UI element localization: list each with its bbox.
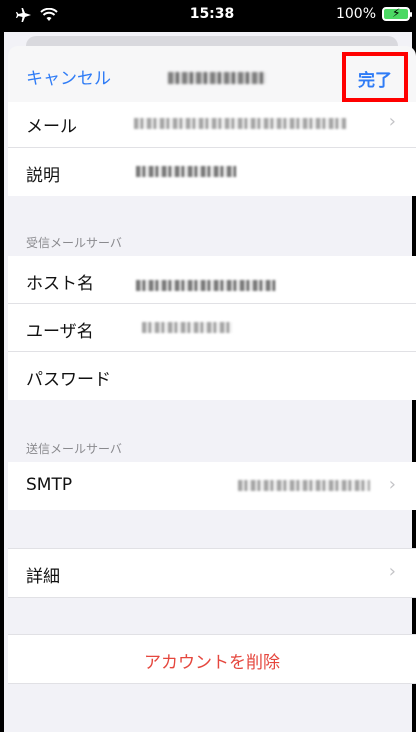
hostname-row[interactable]: ホスト名 — [8, 256, 416, 304]
delete-account-button[interactable]: アカウントを削除 — [8, 648, 416, 673]
done-button[interactable]: 完了 — [346, 66, 404, 91]
chevron-right-icon: › — [388, 474, 396, 495]
account-group: メール › 説明 — [8, 102, 416, 196]
status-bar: 15:38 100% ⚡ — [4, 0, 416, 32]
account-title-redacted — [168, 72, 266, 84]
incoming-server-header: 受信メールサーバ — [26, 236, 122, 250]
chevron-right-icon: › — [388, 111, 396, 132]
status-right: 100% ⚡ — [335, 6, 412, 22]
advanced-group: 詳細 › — [8, 548, 416, 598]
battery-percent: 100% — [335, 6, 376, 22]
delete-account-row: アカウントを削除 — [8, 635, 416, 683]
hostname-label: ホスト名 — [26, 274, 94, 294]
email-value-redacted — [134, 118, 346, 129]
email-label: メール — [26, 117, 77, 137]
advanced-row[interactable]: 詳細 › — [8, 549, 416, 597]
incoming-server-group: ホスト名 ユーザ名 パスワード — [8, 256, 416, 400]
advanced-label: 詳細 — [26, 567, 60, 587]
description-label: 説明 — [26, 166, 60, 186]
delete-account-group: アカウントを削除 — [8, 634, 416, 684]
smtp-value-redacted — [238, 480, 370, 491]
outgoing-server-header: 送信メールサーバ — [26, 442, 122, 456]
cancel-button[interactable]: キャンセル — [26, 64, 111, 89]
chevron-right-icon: › — [388, 561, 396, 582]
screen: 15:38 100% ⚡ キャンセル 完了 メール › 説明 受信メールサーバ … — [0, 0, 416, 732]
password-row[interactable]: パスワード — [8, 352, 416, 400]
email-row[interactable]: メール › — [8, 102, 416, 148]
battery-charging-icon: ⚡ — [382, 6, 412, 21]
smtp-row[interactable]: SMTP › — [8, 462, 416, 510]
username-label: ユーザ名 — [26, 322, 94, 342]
done-highlight-box: 完了 — [342, 52, 408, 102]
password-label: パスワード — [26, 370, 111, 390]
username-value-redacted — [142, 322, 232, 333]
outgoing-server-group: SMTP › — [8, 462, 416, 510]
description-value-redacted — [136, 166, 236, 177]
username-row[interactable]: ユーザ名 — [8, 304, 416, 352]
hostname-value-redacted — [136, 280, 276, 291]
description-row[interactable]: 説明 — [8, 148, 416, 196]
smtp-label: SMTP — [26, 475, 73, 495]
